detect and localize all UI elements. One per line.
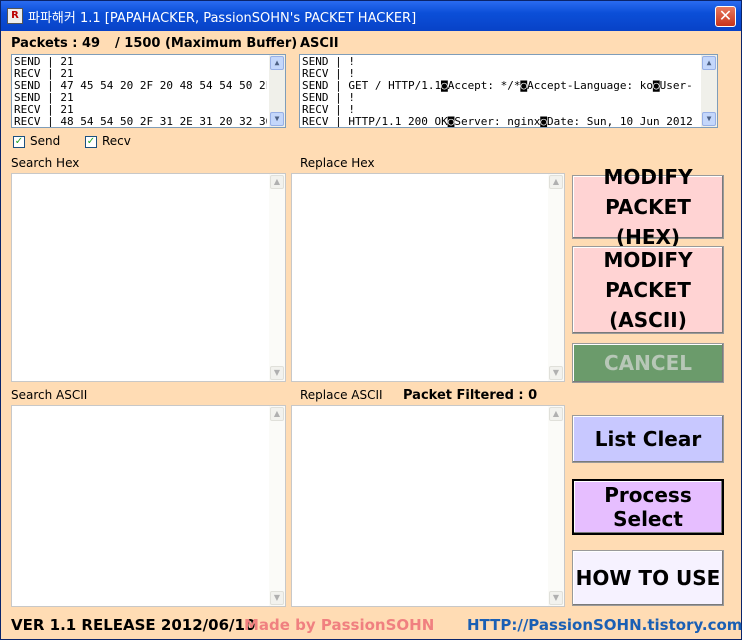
packet-row[interactable]: SEND | GET / HTTP/1.1◙Accept: */*◙Accept…: [302, 80, 699, 92]
recv-checkbox-label[interactable]: Recv: [102, 134, 131, 148]
main-window: R 파파해커 1.1 [PAPAHACKER, PassionSOHN's PA…: [0, 0, 742, 640]
scroll-up-icon[interactable]: ▲: [270, 175, 284, 189]
scroll-up-icon[interactable]: ▲: [270, 407, 284, 421]
replace-hex-label: Replace Hex: [300, 156, 375, 170]
modify-ascii-line2: PACKET: [605, 278, 691, 302]
homepage-link[interactable]: HTTP://PassionSOHN.tistory.com: [467, 616, 742, 634]
packets-count-label: Packets : 49: [11, 36, 101, 51]
modify-hex-line2: PACKET (HEX): [605, 195, 691, 249]
packet-row[interactable]: SEND | !: [302, 56, 699, 68]
window-title: 파파해커 1.1 [PAPAHACKER, PassionSOHN's PACK…: [28, 11, 417, 26]
replace-hex-scrollbar[interactable]: ▲ ▼: [548, 174, 564, 381]
search-hex-input[interactable]: ▲ ▼: [11, 173, 286, 382]
packet-row[interactable]: SEND | !: [302, 92, 699, 104]
packet-ascii-scrollbar[interactable]: ▲ ▼: [701, 55, 717, 127]
made-by-label: Made by PassionSOHN: [244, 616, 435, 634]
send-checkbox-label[interactable]: Send: [30, 134, 60, 148]
app-icon: R: [7, 8, 23, 24]
search-hex-label: Search Hex: [11, 156, 80, 170]
scroll-down-icon[interactable]: ▼: [270, 112, 284, 126]
modify-ascii-line1: MODIFY: [603, 248, 693, 272]
modify-packet-ascii-button[interactable]: MODIFY PACKET (ASCII): [572, 246, 724, 334]
packet-hex-rows: SEND | 21 RECV | 21 SEND | 47 45 54 20 2F …: [14, 56, 267, 127]
modify-ascii-line3: (ASCII): [609, 308, 687, 332]
packet-hex-list[interactable]: SEND | 21 RECV | 21 SEND | 47 45 54 20 2F …: [11, 54, 286, 128]
close-button[interactable]: ✕: [715, 6, 736, 27]
packet-row[interactable]: RECV | 48 54 54 50 2F 31 2E 31 20 32 30 …: [14, 116, 267, 128]
process-select-button[interactable]: Process Select: [572, 479, 724, 535]
search-ascii-label: Search ASCII: [11, 388, 88, 402]
list-clear-button[interactable]: List Clear: [572, 415, 724, 463]
search-ascii-scrollbar[interactable]: ▲ ▼: [269, 406, 285, 606]
scroll-down-icon[interactable]: ▼: [270, 591, 284, 605]
list-clear-label: List Clear: [594, 427, 702, 451]
scroll-up-icon[interactable]: ▲: [702, 56, 716, 70]
scroll-down-icon[interactable]: ▼: [549, 366, 563, 380]
cancel-label: CANCEL: [604, 351, 692, 375]
title-bar[interactable]: R 파파해커 1.1 [PAPAHACKER, PassionSOHN's PA…: [1, 1, 741, 31]
modify-hex-line1: MODIFY: [603, 165, 693, 189]
process-select-label: Process Select: [604, 483, 692, 531]
scroll-up-icon[interactable]: ▲: [549, 407, 563, 421]
packet-ascii-list[interactable]: SEND | ! RECV | ! SEND | GET / HTTP/1.1◙Ac…: [299, 54, 718, 128]
packet-ascii-rows: SEND | ! RECV | ! SEND | GET / HTTP/1.1◙Ac…: [302, 56, 699, 127]
scroll-up-icon[interactable]: ▲: [270, 56, 284, 70]
search-hex-scrollbar[interactable]: ▲ ▼: [269, 174, 285, 381]
modify-packet-hex-button[interactable]: MODIFY PACKET (HEX): [572, 165, 724, 249]
packet-hex-scrollbar[interactable]: ▲ ▼: [269, 55, 285, 127]
recv-checkbox[interactable]: ✓: [85, 136, 97, 148]
cancel-button[interactable]: CANCEL: [572, 343, 724, 383]
scroll-down-icon[interactable]: ▼: [702, 112, 716, 126]
packet-filtered-label: Packet Filtered : 0: [403, 388, 538, 403]
how-to-use-button[interactable]: HOW TO USE: [572, 550, 724, 606]
packet-row[interactable]: RECV | HTTP/1.1 200 OK◙Server: nginx◙Dat…: [302, 116, 699, 128]
replace-hex-input[interactable]: ▲ ▼: [291, 173, 565, 382]
scroll-up-icon[interactable]: ▲: [549, 175, 563, 189]
search-ascii-input[interactable]: ▲ ▼: [11, 405, 286, 607]
scroll-down-icon[interactable]: ▼: [270, 366, 284, 380]
version-label: VER 1.1 RELEASE 2012/06/10: [11, 616, 256, 634]
replace-ascii-input[interactable]: ▲ ▼: [291, 405, 565, 607]
buffer-label: / 1500 (Maximum Buffer): [115, 36, 298, 51]
replace-ascii-scrollbar[interactable]: ▲ ▼: [548, 406, 564, 606]
scroll-down-icon[interactable]: ▼: [549, 591, 563, 605]
how-to-use-label: HOW TO USE: [575, 566, 721, 590]
ascii-label: ASCII: [300, 36, 339, 51]
send-checkbox[interactable]: ✓: [13, 136, 25, 148]
replace-ascii-label: Replace ASCII: [300, 388, 383, 402]
